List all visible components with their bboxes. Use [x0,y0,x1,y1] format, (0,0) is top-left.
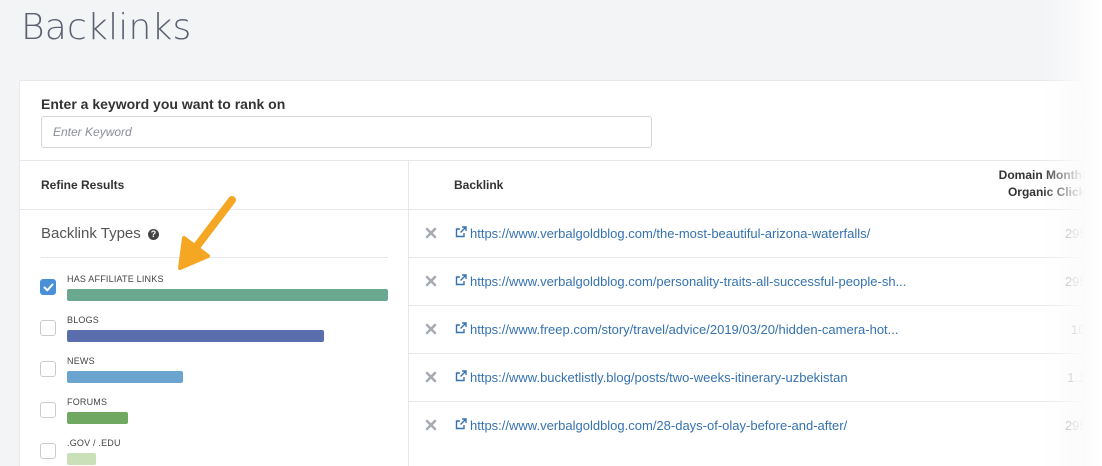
type-label: FORUMS [67,397,108,407]
table-row: https://www.bucketlistly.blog/posts/two-… [409,353,1102,401]
refine-results-title: Refine Results [41,178,125,192]
backlink-type-gov-edu[interactable]: .GOV / .EDU [40,438,390,466]
external-link-icon[interactable] [455,370,467,382]
table-row: https://www.freep.com/story/travel/advic… [409,305,1102,353]
backlink-url[interactable]: https://www.verbalgoldblog.com/28-days-o… [470,418,847,433]
external-link-icon[interactable] [455,274,467,286]
external-link-icon[interactable] [455,322,467,334]
type-label: NEWS [67,356,95,366]
backlink-type-forums[interactable]: FORUMS [40,397,390,427]
backlink-type-blogs[interactable]: BLOGS [40,315,390,345]
type-label: .GOV / .EDU [67,438,121,448]
annotation-arrow-icon [178,196,236,270]
table-row: https://www.verbalgoldblog.com/the-most-… [409,209,1102,257]
type-checkbox[interactable] [40,320,56,336]
keyword-input[interactable] [41,116,652,148]
type-bar [67,330,324,342]
page-title: Backlinks [21,7,192,48]
check-icon [43,283,54,292]
backlink-type-affiliate[interactable]: HAS AFFILIATE LINKS [40,274,390,304]
remove-icon[interactable] [424,418,438,432]
edge-fade [1042,0,1102,466]
type-bar [67,289,388,301]
question-circle-icon[interactable]: ? [147,229,159,240]
type-label: BLOGS [67,315,100,325]
remove-icon[interactable] [424,370,438,384]
backlink-url[interactable]: https://www.freep.com/story/travel/advic… [470,322,899,337]
type-checkbox[interactable] [40,443,56,459]
table-row: https://www.verbalgoldblog.com/personali… [409,257,1102,305]
backlink-url[interactable]: https://www.verbalgoldblog.com/personali… [470,274,906,289]
type-checkbox[interactable] [40,279,56,295]
type-checkbox[interactable] [40,402,56,418]
backlink-url[interactable]: https://www.verbalgoldblog.com/the-most-… [470,226,870,241]
table-row: https://www.verbalgoldblog.com/28-days-o… [409,401,1102,449]
keyword-label: Enter a keyword you want to rank on [41,96,286,112]
type-bar [67,412,128,424]
external-link-icon[interactable] [455,418,467,430]
type-bar [67,453,96,465]
type-bar [67,371,183,383]
remove-icon[interactable] [424,226,438,240]
backlink-type-news[interactable]: NEWS [40,356,390,386]
backlink-url[interactable]: https://www.bucketlistly.blog/posts/two-… [470,370,848,385]
backlink-types-label: Backlink Types [41,225,141,242]
column-header-backlink[interactable]: Backlink [454,178,503,192]
remove-icon[interactable] [424,274,438,288]
divider [20,160,1102,161]
type-label: HAS AFFILIATE LINKS [67,274,164,284]
backlinks-card: Enter a keyword you want to rank on Refi… [19,80,1102,466]
remove-icon[interactable] [424,322,438,336]
external-link-icon[interactable] [455,226,467,238]
type-checkbox[interactable] [40,361,56,377]
backlink-types-title: Backlink Types ? [41,225,159,242]
